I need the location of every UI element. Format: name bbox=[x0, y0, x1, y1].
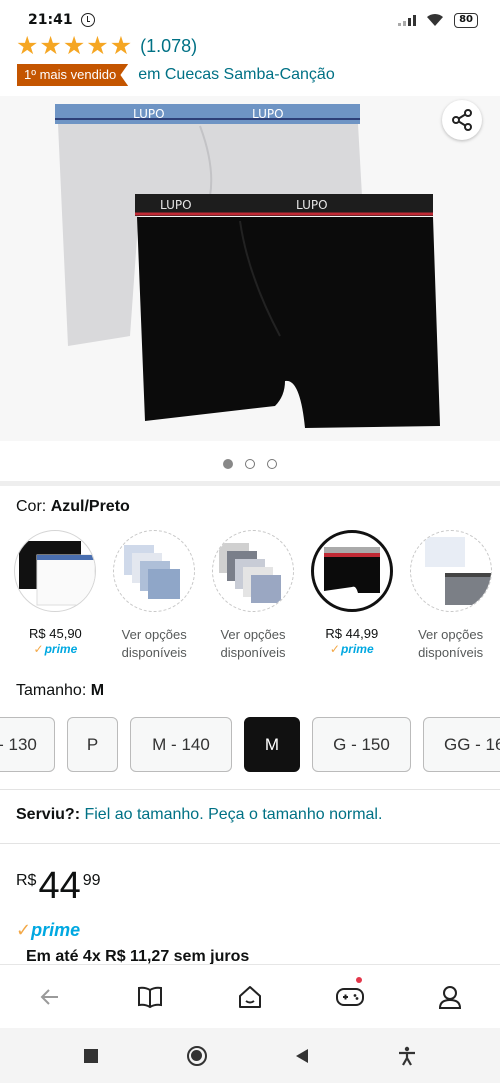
color-label: Cor: Azul/Preto bbox=[16, 498, 130, 515]
product-photo: LUPO LUPO LUPO LUPO bbox=[55, 104, 440, 428]
see-options-text: Ver opções disponíveis bbox=[418, 627, 484, 660]
size-option[interactable]: - 130 bbox=[0, 717, 55, 772]
size-option[interactable]: GG - 16 bbox=[423, 717, 500, 772]
share-button[interactable] bbox=[442, 100, 482, 140]
games-button[interactable] bbox=[300, 965, 400, 1029]
svg-text:LUPO: LUPO bbox=[252, 107, 284, 121]
star-icon: ★ bbox=[39, 31, 62, 60]
gamepad-icon bbox=[336, 987, 364, 1006]
wifi-icon bbox=[427, 13, 444, 26]
svg-text:LUPO: LUPO bbox=[296, 198, 328, 212]
star-icon: ★ bbox=[62, 31, 86, 60]
selected-size: M bbox=[90, 682, 105, 699]
best-seller-row: 1º mais vendido em Cuecas Samba-Canção bbox=[17, 63, 335, 87]
back-arrow-icon bbox=[40, 988, 58, 1005]
divider bbox=[0, 789, 500, 790]
page-dot[interactable] bbox=[223, 459, 233, 469]
page-dot[interactable] bbox=[245, 459, 255, 469]
fit-link[interactable]: Fiel ao tamanho. Peça o tamanho normal. bbox=[84, 806, 382, 823]
prime-badge: ✓ prime bbox=[329, 642, 374, 656]
prime-logo: ✓ prime bbox=[16, 920, 81, 940]
color-swatch[interactable]: Ver opções disponíveis bbox=[401, 530, 500, 662]
home-button[interactable] bbox=[200, 965, 300, 1029]
best-seller-badge: 1º mais vendido bbox=[17, 64, 129, 86]
image-pagination[interactable] bbox=[0, 459, 500, 469]
size-option-selected[interactable]: M bbox=[244, 717, 300, 772]
fit-info: Serviu?: Fiel ao tamanho. Peça o tamanho… bbox=[16, 806, 383, 823]
size-option[interactable]: P bbox=[67, 717, 118, 772]
product-image[interactable]: LUPO LUPO LUPO LUPO bbox=[0, 96, 500, 441]
alarm-icon bbox=[80, 13, 95, 27]
swatch-image[interactable] bbox=[113, 530, 196, 612]
svg-text:LUPO: LUPO bbox=[133, 107, 165, 121]
back-button[interactable] bbox=[0, 965, 100, 1029]
see-options-text: Ver opções disponíveis bbox=[220, 627, 286, 660]
product-price: R$ 44 99 bbox=[16, 865, 101, 907]
color-swatch-selected[interactable]: R$ 44,99 ✓ prime bbox=[302, 530, 401, 662]
swatch-image[interactable] bbox=[14, 530, 97, 612]
star-icon: ★ bbox=[86, 31, 109, 60]
notification-dot bbox=[356, 976, 362, 983]
system-home-icon[interactable] bbox=[186, 1045, 207, 1066]
star-icon: ★ bbox=[16, 31, 39, 60]
svg-text:LUPO: LUPO bbox=[160, 198, 192, 212]
battery-icon: 80 bbox=[454, 12, 478, 28]
share-icon bbox=[452, 109, 472, 131]
size-options: - 130 P M - 140 M G - 150 GG - 16 bbox=[0, 717, 500, 772]
star-rating: ★ ★ ★ ★ ★ bbox=[16, 31, 133, 60]
swatch-price: R$ 44,99 bbox=[325, 626, 379, 641]
rating-row[interactable]: ★ ★ ★ ★ ★ (1.078) bbox=[16, 33, 197, 59]
color-swatches: R$ 45,90 ✓ prime Ver opções disponíveis Ve… bbox=[6, 530, 500, 662]
page-dot[interactable] bbox=[267, 459, 277, 469]
library-button[interactable] bbox=[100, 965, 200, 1029]
best-seller-category-link[interactable]: em Cuecas Samba-Canção bbox=[138, 66, 335, 84]
selected-color: Azul/Preto bbox=[50, 498, 130, 515]
account-icon bbox=[438, 985, 462, 1009]
color-swatch[interactable]: Ver opções disponíveis bbox=[204, 530, 303, 662]
star-icon: ★ bbox=[109, 31, 133, 60]
home-icon bbox=[239, 985, 261, 1008]
account-button[interactable] bbox=[400, 965, 500, 1029]
swatch-image[interactable] bbox=[409, 530, 492, 612]
color-swatch[interactable]: Ver opções disponíveis bbox=[105, 530, 204, 662]
signal-icon bbox=[398, 14, 417, 26]
clock: 21:41 bbox=[28, 12, 73, 28]
size-option[interactable]: G - 150 bbox=[312, 717, 411, 772]
see-options-text: Ver opções disponíveis bbox=[121, 627, 187, 660]
color-swatch[interactable]: R$ 45,90 ✓ prime bbox=[6, 530, 105, 662]
section-divider bbox=[0, 481, 500, 486]
recents-icon[interactable] bbox=[84, 1048, 99, 1063]
rating-count[interactable]: (1.078) bbox=[140, 36, 197, 57]
prime-badge: ✓ prime bbox=[33, 642, 78, 656]
accessibility-icon[interactable] bbox=[398, 1046, 416, 1066]
swatch-image[interactable] bbox=[310, 530, 393, 612]
system-back-icon[interactable] bbox=[295, 1048, 309, 1064]
divider bbox=[0, 843, 500, 844]
size-label: Tamanho: M bbox=[16, 682, 105, 699]
system-nav-bar bbox=[0, 1028, 500, 1083]
swatch-image[interactable] bbox=[211, 530, 294, 612]
swatch-price: R$ 45,90 bbox=[29, 626, 82, 641]
book-icon bbox=[138, 986, 162, 1008]
app-bottom-nav bbox=[0, 964, 500, 1028]
size-option[interactable]: M - 140 bbox=[130, 717, 232, 772]
